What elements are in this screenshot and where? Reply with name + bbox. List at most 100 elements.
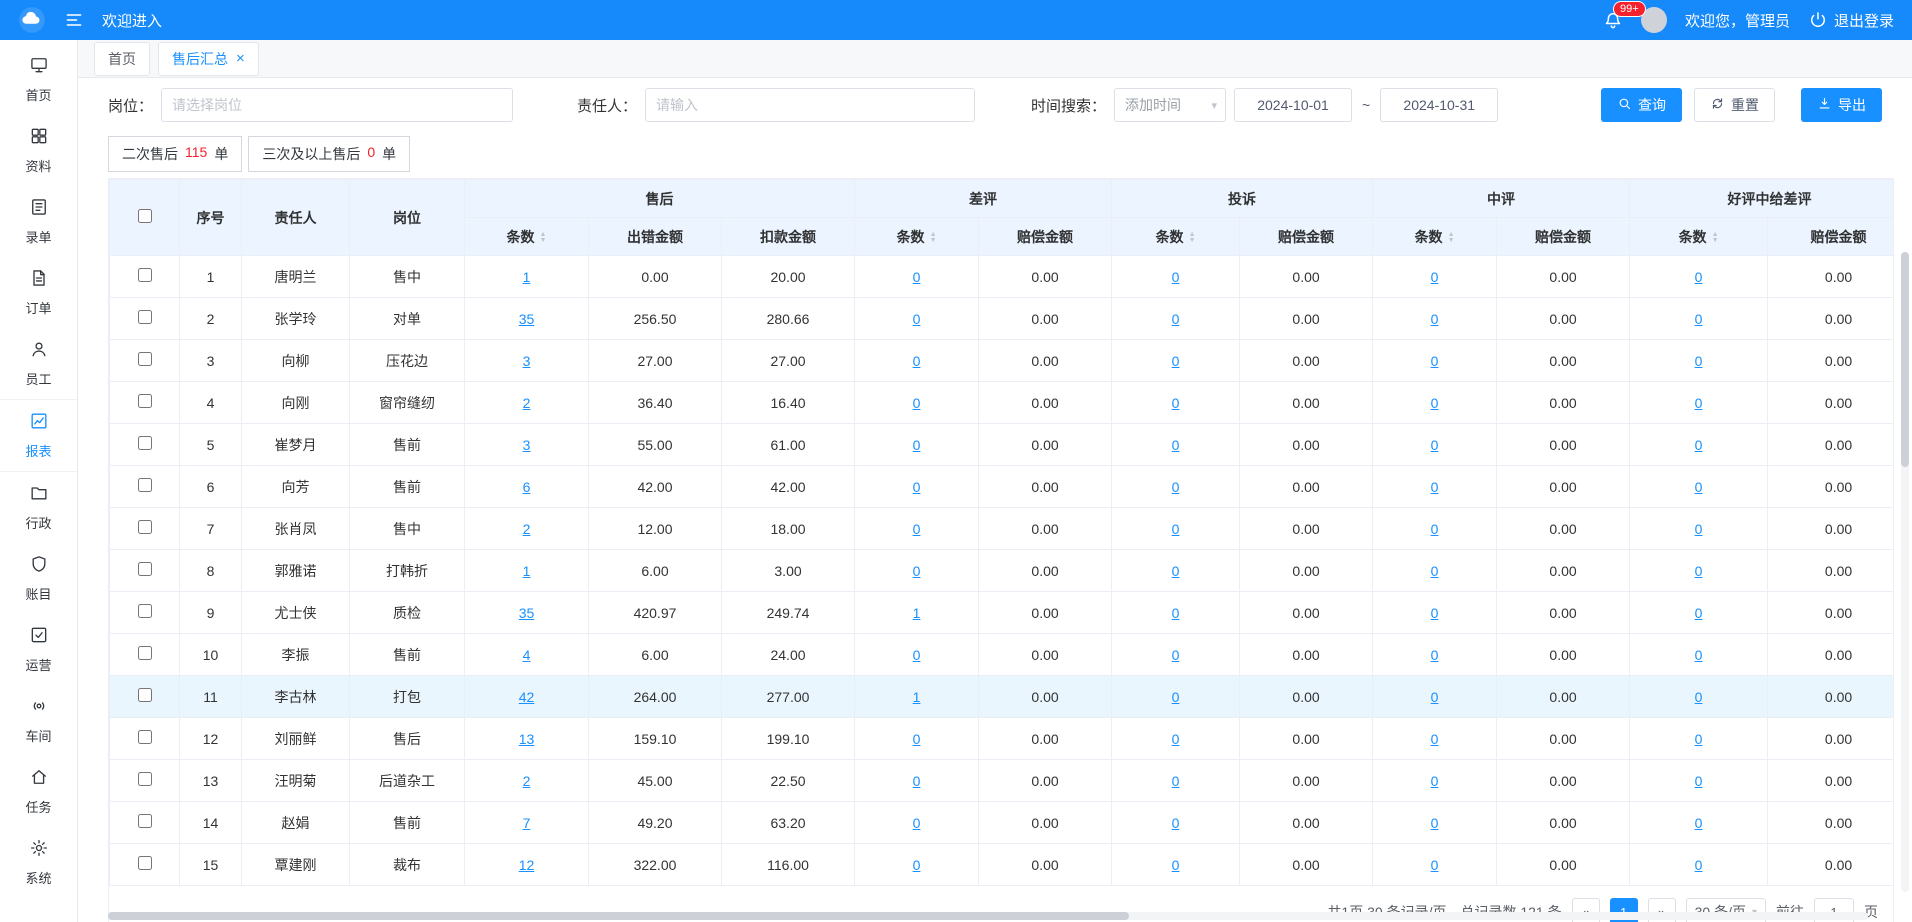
count-link[interactable]: 0 [1695,269,1703,285]
count-link[interactable]: 0 [913,269,921,285]
sidebar-item-tasks[interactable]: 任务 [0,756,77,827]
count-link[interactable]: 35 [519,605,535,621]
count-link[interactable]: 0 [1431,647,1439,663]
tab-aftersales-summary[interactable]: 售后汇总× [158,42,259,76]
count-link[interactable]: 0 [1695,437,1703,453]
row-checkbox[interactable] [138,268,152,282]
sidebar-item-reports[interactable]: 报表 [0,399,77,472]
count-link[interactable]: 42 [519,689,535,705]
count-link[interactable]: 0 [1695,857,1703,873]
count-link[interactable]: 0 [1431,521,1439,537]
count-link[interactable]: 13 [519,731,535,747]
count-link[interactable]: 0 [1172,395,1180,411]
date-end-input[interactable] [1380,88,1498,122]
sort-icon[interactable]: ▲▼ [1712,232,1719,244]
app-logo-icon[interactable] [18,6,46,34]
count-link[interactable]: 0 [1431,479,1439,495]
horizontal-scrollbar-thumb[interactable] [108,912,1129,920]
count-link[interactable]: 4 [523,647,531,663]
sort-icon[interactable]: ▲▼ [1189,232,1196,244]
count-link[interactable]: 0 [1172,479,1180,495]
notification-bell-icon[interactable]: 99+ [1603,10,1623,30]
count-link[interactable]: 0 [1695,731,1703,747]
sort-icon[interactable]: ▲▼ [930,232,937,244]
count-link[interactable]: 0 [1695,479,1703,495]
tab-home[interactable]: 首页 [94,42,150,76]
count-link[interactable]: 0 [1172,731,1180,747]
count-link[interactable]: 6 [523,479,531,495]
subtab-third-plus-aftersales[interactable]: 三次及以上售后0单 [248,136,410,172]
row-checkbox[interactable] [138,436,152,450]
count-link[interactable]: 0 [913,437,921,453]
row-checkbox[interactable] [138,520,152,534]
count-link[interactable]: 0 [1431,311,1439,327]
count-link[interactable]: 12 [519,857,535,873]
sort-icon[interactable]: ▲▼ [1448,232,1455,244]
count-link[interactable]: 0 [913,647,921,663]
vertical-scrollbar[interactable] [1901,252,1909,892]
sidebar-item-home[interactable]: 首页 [0,44,77,115]
count-link[interactable]: 0 [1172,311,1180,327]
select-all-checkbox[interactable] [138,209,152,223]
count-link[interactable]: 0 [913,563,921,579]
count-link[interactable]: 0 [913,773,921,789]
count-link[interactable]: 0 [1172,521,1180,537]
row-checkbox[interactable] [138,730,152,744]
sidebar-item-system[interactable]: 系统 [0,827,77,898]
sidebar-item-accounts[interactable]: 账目 [0,543,77,614]
count-link[interactable]: 0 [1695,395,1703,411]
logout-button[interactable]: 退出登录 [1808,10,1894,31]
count-link[interactable]: 0 [1431,269,1439,285]
count-link[interactable]: 7 [523,815,531,831]
count-link[interactable]: 0 [1172,437,1180,453]
horizontal-scrollbar[interactable] [108,912,1868,920]
count-link[interactable]: 0 [1695,605,1703,621]
row-checkbox[interactable] [138,688,152,702]
count-link[interactable]: 0 [1172,605,1180,621]
person-input[interactable] [645,88,975,122]
count-link[interactable]: 35 [519,311,535,327]
count-link[interactable]: 1 [913,605,921,621]
count-link[interactable]: 0 [1172,647,1180,663]
sidebar-item-entry[interactable]: 录单 [0,186,77,257]
count-link[interactable]: 0 [1695,311,1703,327]
row-checkbox[interactable] [138,646,152,660]
count-link[interactable]: 0 [913,815,921,831]
row-checkbox[interactable] [138,478,152,492]
count-link[interactable]: 2 [523,521,531,537]
count-link[interactable]: 0 [913,311,921,327]
sort-icon[interactable]: ▲▼ [540,232,547,244]
count-link[interactable]: 0 [913,731,921,747]
count-link[interactable]: 0 [1695,647,1703,663]
count-link[interactable]: 0 [1172,563,1180,579]
count-link[interactable]: 3 [523,353,531,369]
count-link[interactable]: 0 [1431,395,1439,411]
count-link[interactable]: 0 [913,857,921,873]
count-link[interactable]: 0 [1431,731,1439,747]
row-checkbox[interactable] [138,604,152,618]
count-link[interactable]: 0 [1172,353,1180,369]
count-link[interactable]: 0 [1431,605,1439,621]
count-link[interactable]: 0 [1431,353,1439,369]
sidebar-item-materials[interactable]: 资料 [0,115,77,186]
count-link[interactable]: 0 [1695,689,1703,705]
sidebar-item-orders[interactable]: 订单 [0,257,77,328]
row-checkbox[interactable] [138,352,152,366]
count-link[interactable]: 0 [1431,857,1439,873]
count-link[interactable]: 0 [913,521,921,537]
count-link[interactable]: 1 [523,563,531,579]
row-checkbox[interactable] [138,310,152,324]
count-link[interactable]: 2 [523,773,531,789]
row-checkbox[interactable] [138,562,152,576]
vertical-scrollbar-thumb[interactable] [1901,252,1909,467]
search-button[interactable]: 查询 [1601,88,1682,122]
export-button[interactable]: 导出 [1801,88,1882,122]
count-link[interactable]: 0 [1431,563,1439,579]
count-link[interactable]: 0 [1695,815,1703,831]
count-link[interactable]: 0 [913,479,921,495]
row-checkbox[interactable] [138,772,152,786]
count-link[interactable]: 0 [1172,269,1180,285]
count-link[interactable]: 0 [913,353,921,369]
sidebar-item-operations[interactable]: 运营 [0,614,77,685]
count-link[interactable]: 0 [1695,353,1703,369]
